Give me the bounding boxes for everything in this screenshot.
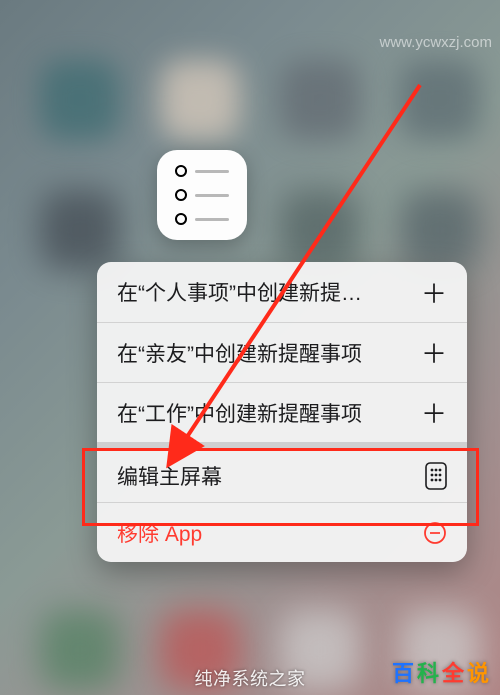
plus-icon: ＋ (421, 394, 447, 431)
menu-item-label: 编辑主屏幕 (117, 461, 425, 491)
menu-item-new-personal[interactable]: 在“个人事项”中创建新提… ＋ (97, 262, 467, 322)
watermark-bottom: 纯净系统之家 百科全说 (0, 649, 500, 695)
menu-item-label: 在“个人事项”中创建新提… (117, 277, 421, 307)
plus-icon: ＋ (421, 334, 447, 371)
watermark-brand-text: 纯净系统之家 (195, 665, 306, 691)
menu-item-edit-home-screen[interactable]: 编辑主屏幕 (97, 442, 467, 502)
apps-icon (425, 462, 447, 490)
reminders-app-icon[interactable] (157, 150, 247, 240)
watermark-url-top: www.ycwxzj.com (379, 34, 492, 51)
context-menu: 在“个人事项”中创建新提… ＋ 在“亲友”中创建新提醒事项 ＋ 在“工作”中创建… (97, 262, 467, 562)
watermark-badge: 百科全说 (392, 656, 490, 688)
menu-item-new-family[interactable]: 在“亲友”中创建新提醒事项 ＋ (97, 322, 467, 382)
menu-item-label: 在“工作”中创建新提醒事项 (117, 398, 421, 428)
menu-item-label: 在“亲友”中创建新提醒事项 (117, 338, 421, 368)
plus-icon: ＋ (421, 274, 447, 311)
menu-item-label: 移除 App (117, 518, 423, 548)
menu-item-new-work[interactable]: 在“工作”中创建新提醒事项 ＋ (97, 382, 467, 442)
minus-circle-icon (423, 521, 447, 545)
menu-item-remove-app[interactable]: 移除 App (97, 502, 467, 562)
